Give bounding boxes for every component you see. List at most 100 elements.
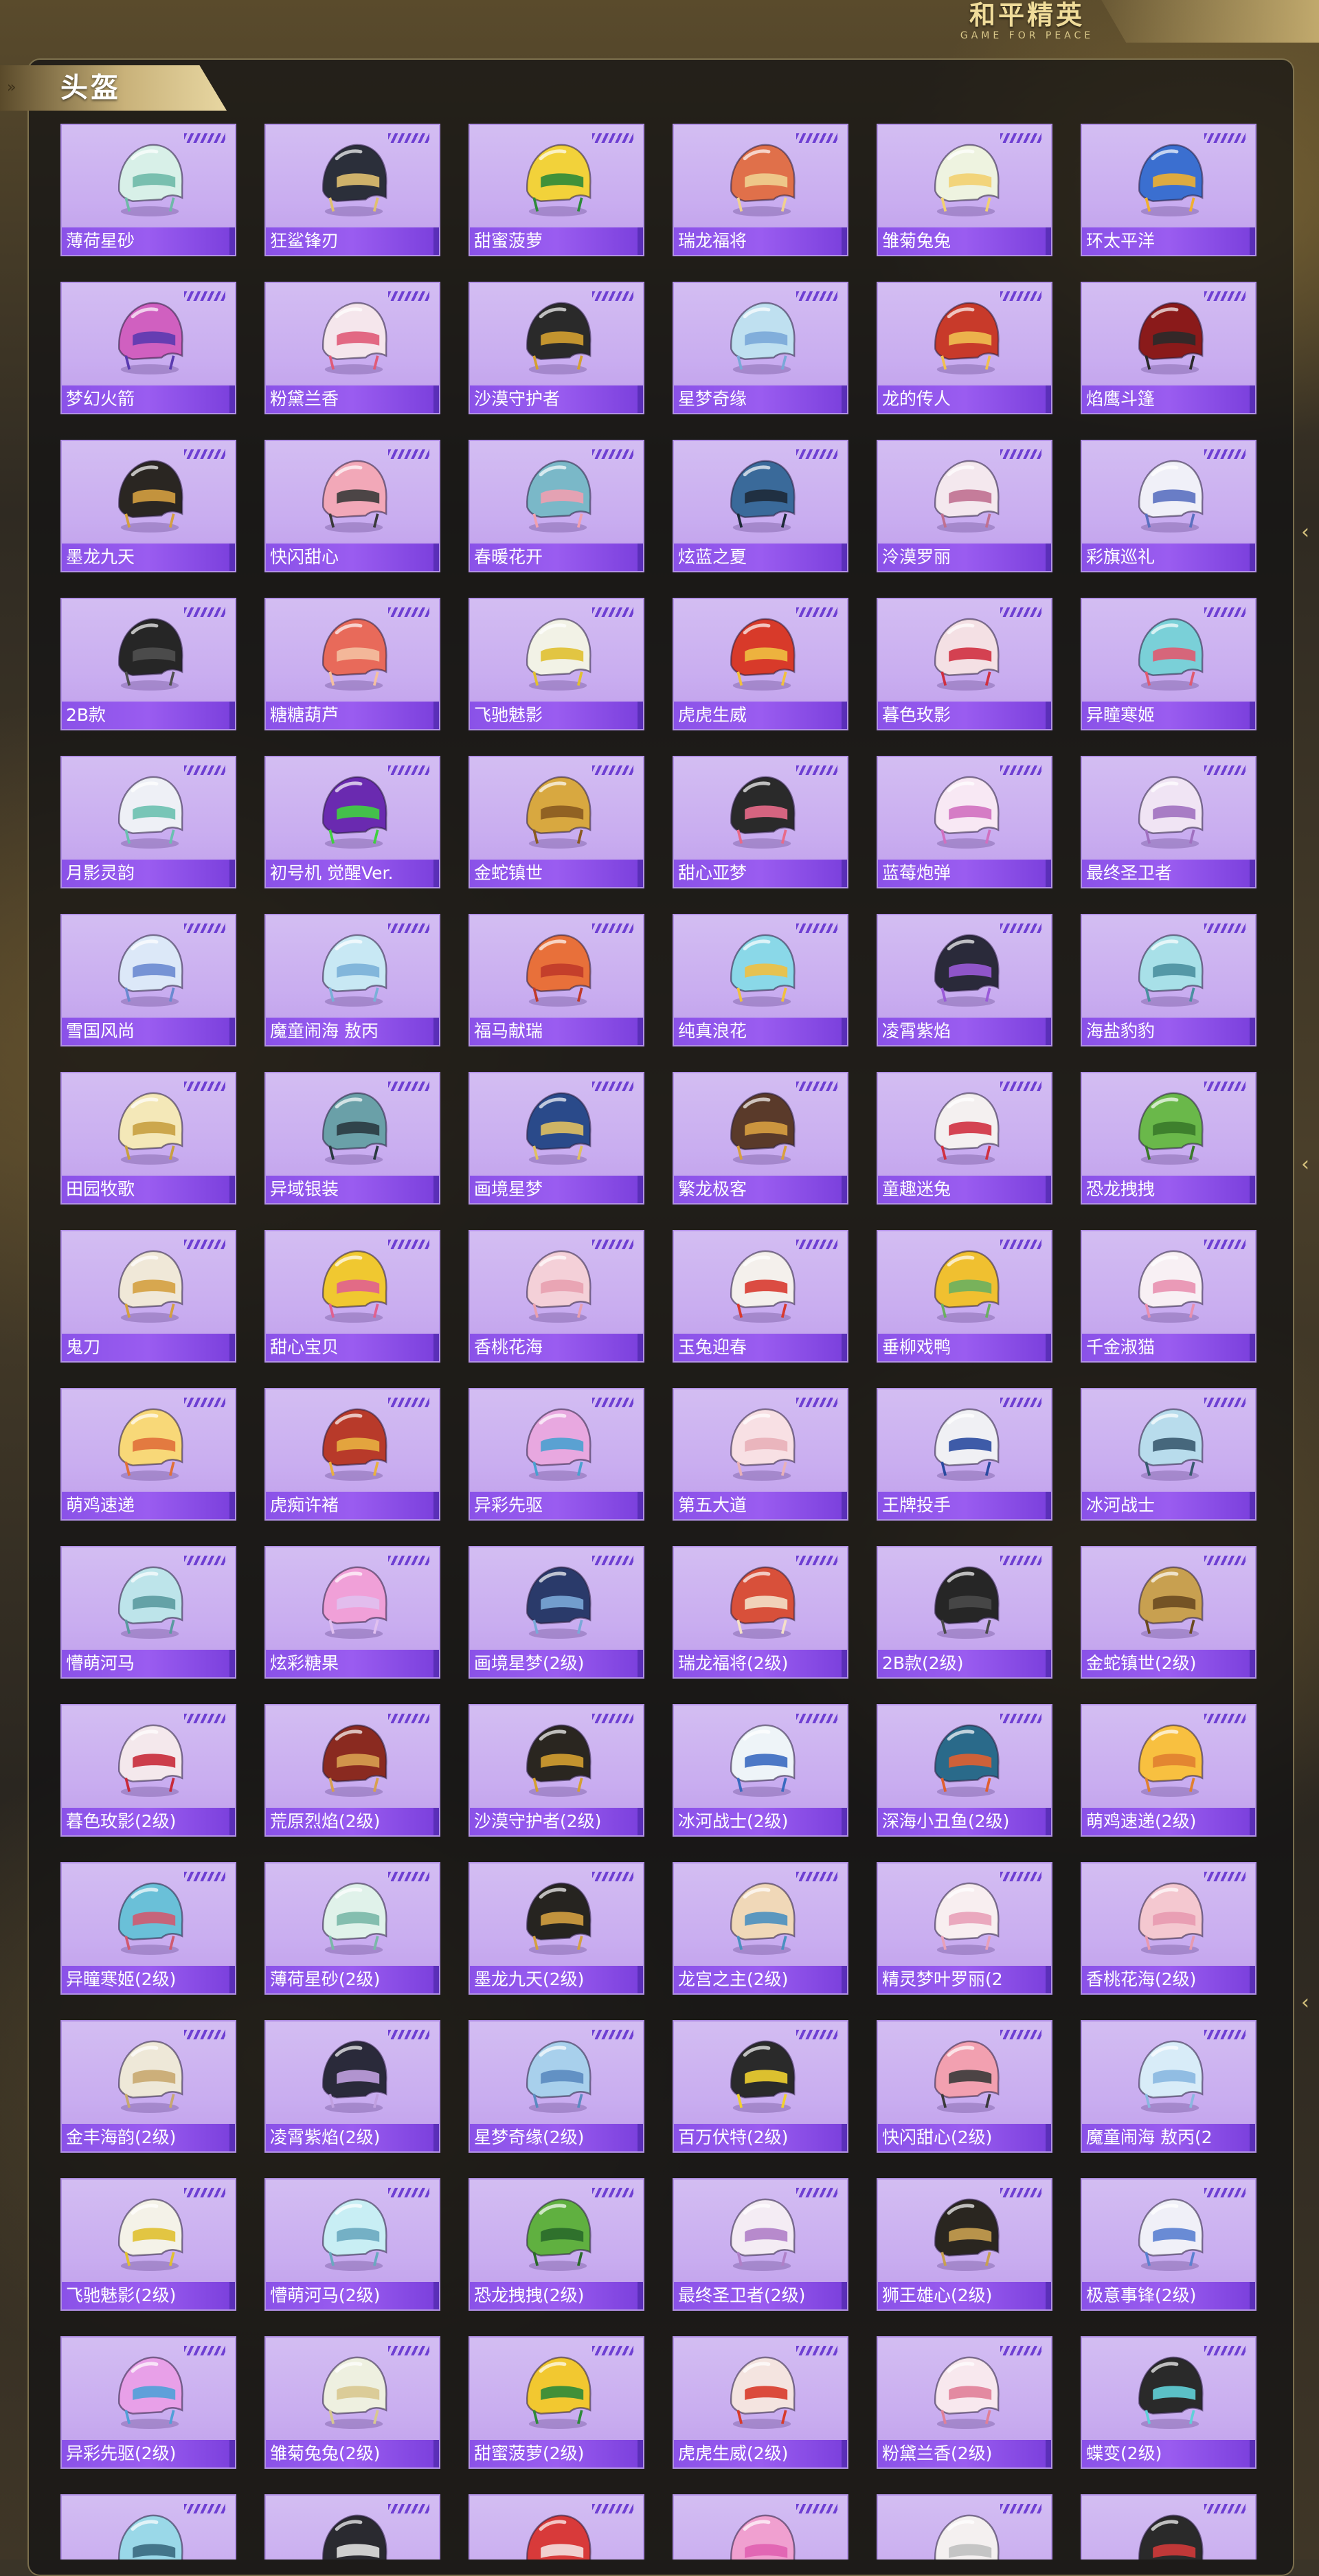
helmet-card[interactable]: 凌霄紫焰 <box>877 914 1052 1046</box>
helmet-card[interactable]: 飞驰魅影 <box>469 598 644 730</box>
helmet-card[interactable]: 海盐豹豹 <box>1081 914 1256 1046</box>
helmet-card[interactable]: 萌鸡速递(2级) <box>1081 1704 1256 1837</box>
helmet-card[interactable]: 最终圣卫者(2级) <box>673 2178 848 2311</box>
helmet-card[interactable]: 异域银装 <box>264 1072 440 1205</box>
helmet-card[interactable]: 虎虎生威(2级) <box>673 2336 848 2469</box>
helmet-card[interactable]: 月影灵韵 <box>60 756 236 888</box>
helmet-card[interactable]: 环太平洋 <box>1081 124 1256 256</box>
helmet-card[interactable]: 龙的传人 <box>877 282 1052 414</box>
helmet-card[interactable]: 暮色玫影(2级) <box>60 1704 236 1837</box>
helmet-card[interactable]: 异瞳寒姬 <box>1081 598 1256 730</box>
helmet-card[interactable]: 第五大道 <box>673 1388 848 1521</box>
helmet-card[interactable]: 快闪甜心 <box>264 440 440 572</box>
helmet-card[interactable]: 甜蜜菠萝(2级) <box>469 2336 644 2469</box>
helmet-card[interactable]: 暮色玫影 <box>877 598 1052 730</box>
helmet-name: 恐龙拽拽(2级) <box>470 2282 643 2309</box>
helmet-card[interactable]: 异瞳寒姬(2级) <box>60 1862 236 1995</box>
helmet-card[interactable]: 粉黛兰香(2级) <box>877 2336 1052 2469</box>
helmet-card[interactable] <box>1081 2494 1256 2560</box>
helmet-card[interactable]: 玉兔迎春 <box>673 1230 848 1363</box>
helmet-card[interactable]: 雏菊兔兔 <box>877 124 1052 256</box>
helmet-card[interactable]: 星梦奇缘 <box>673 282 848 414</box>
helmet-card[interactable]: 糖糖葫芦 <box>264 598 440 730</box>
helmet-card[interactable]: 冰河战士 <box>1081 1388 1256 1521</box>
helmet-card[interactable]: 墨龙九天 <box>60 440 236 572</box>
helmet-card[interactable]: 凌霄紫焰(2级) <box>264 2020 440 2153</box>
helmet-card[interactable]: 纯真浪花 <box>673 914 848 1046</box>
helmet-card[interactable] <box>877 2494 1052 2560</box>
helmet-card[interactable]: 鬼刀 <box>60 1230 236 1363</box>
helmet-card[interactable]: 魔童闹海 敖丙 <box>264 914 440 1046</box>
helmet-card[interactable] <box>469 2494 644 2560</box>
helmet-card[interactable]: 垂柳戏鸭 <box>877 1230 1052 1363</box>
helmet-card[interactable]: 狂鲨锋刃 <box>264 124 440 256</box>
helmet-card[interactable]: 狮王雄心(2级) <box>877 2178 1052 2311</box>
helmet-card[interactable]: 懵萌河马(2级) <box>264 2178 440 2311</box>
helmet-name: 飞驰魅影(2级) <box>62 2282 235 2309</box>
helmet-card[interactable]: 香桃花海(2级) <box>1081 1862 1256 1995</box>
helmet-card[interactable]: 最终圣卫者 <box>1081 756 1256 888</box>
helmet-card[interactable]: 福马献瑞 <box>469 914 644 1046</box>
helmet-card[interactable]: 异彩先驱(2级) <box>60 2336 236 2469</box>
helmet-card[interactable]: 恐龙拽拽 <box>1081 1072 1256 1205</box>
helmet-card[interactable]: 焰鹰斗篷 <box>1081 282 1256 414</box>
helmet-card[interactable]: 彩旗巡礼 <box>1081 440 1256 572</box>
helmet-card[interactable]: 金蛇镇世 <box>469 756 644 888</box>
helmet-icon <box>934 2198 1000 2272</box>
helmet-card[interactable]: 极意事锋(2级) <box>1081 2178 1256 2311</box>
helmet-card[interactable]: 荒原烈焰(2级) <box>264 1704 440 1837</box>
helmet-card[interactable]: 沙漠守护者(2级) <box>469 1704 644 1837</box>
helmet-card[interactable] <box>673 2494 848 2560</box>
helmet-card[interactable]: 繁龙极客 <box>673 1072 848 1205</box>
helmet-card[interactable]: 魔童闹海 敖丙(2 <box>1081 2020 1256 2153</box>
helmet-card[interactable]: 2B款 <box>60 598 236 730</box>
helmet-card[interactable]: 深海小丑鱼(2级) <box>877 1704 1052 1837</box>
helmet-card[interactable]: 萌鸡速递 <box>60 1388 236 1521</box>
helmet-card[interactable]: 千金淑猫 <box>1081 1230 1256 1363</box>
helmet-card[interactable]: 泠漠罗丽 <box>877 440 1052 572</box>
helmet-card[interactable]: 墨龙九天(2级) <box>469 1862 644 1995</box>
helmet-card[interactable]: 画境星梦(2级) <box>469 1546 644 1679</box>
helmet-card[interactable]: 瑞龙福将 <box>673 124 848 256</box>
helmet-card[interactable]: 百万伏特(2级) <box>673 2020 848 2153</box>
helmet-card[interactable] <box>60 2494 236 2560</box>
helmet-card[interactable]: 瑞龙福将(2级) <box>673 1546 848 1679</box>
helmet-card[interactable]: 龙宫之主(2级) <box>673 1862 848 1995</box>
helmet-card[interactable]: 精灵梦叶罗丽(2 <box>877 1862 1052 1995</box>
helmet-card[interactable]: 冰河战士(2级) <box>673 1704 848 1837</box>
helmet-card[interactable]: 甜心亚梦 <box>673 756 848 888</box>
helmet-card[interactable]: 星梦奇缘(2级) <box>469 2020 644 2153</box>
helmet-card[interactable]: 童趣迷兔 <box>877 1072 1052 1205</box>
helmet-card[interactable]: 蝶变(2级) <box>1081 2336 1256 2469</box>
helmet-card[interactable]: 甜心宝贝 <box>264 1230 440 1363</box>
helmet-card[interactable]: 王牌投手 <box>877 1388 1052 1521</box>
helmet-card[interactable]: 飞驰魅影(2级) <box>60 2178 236 2311</box>
helmet-card[interactable]: 虎痴许褚 <box>264 1388 440 1521</box>
helmet-card[interactable]: 雏菊兔兔(2级) <box>264 2336 440 2469</box>
helmet-card[interactable]: 沙漠守护者 <box>469 282 644 414</box>
helmet-card[interactable]: 蓝莓炮弹 <box>877 756 1052 888</box>
helmet-card[interactable]: 恐龙拽拽(2级) <box>469 2178 644 2311</box>
helmet-card[interactable]: 雪国风尚 <box>60 914 236 1046</box>
helmet-card[interactable] <box>264 2494 440 2560</box>
helmet-card[interactable]: 春暖花开 <box>469 440 644 572</box>
helmet-card[interactable]: 粉黛兰香 <box>264 282 440 414</box>
helmet-card[interactable]: 薄荷星砂(2级) <box>264 1862 440 1995</box>
helmet-card[interactable]: 快闪甜心(2级) <box>877 2020 1052 2153</box>
helmet-card[interactable]: 懵萌河马 <box>60 1546 236 1679</box>
helmet-card[interactable]: 异彩先驱 <box>469 1388 644 1521</box>
helmet-card[interactable]: 炫彩糖果 <box>264 1546 440 1679</box>
helmet-card[interactable]: 薄荷星砂 <box>60 124 236 256</box>
helmet-card[interactable]: 2B款(2级) <box>877 1546 1052 1679</box>
helmet-card[interactable]: 金蛇镇世(2级) <box>1081 1546 1256 1679</box>
helmet-card[interactable]: 甜蜜菠萝 <box>469 124 644 256</box>
helmet-card[interactable]: 梦幻火箭 <box>60 282 236 414</box>
helmet-card[interactable]: 初号机 觉醒Ver. <box>264 756 440 888</box>
helmet-card[interactable]: 虎虎生威 <box>673 598 848 730</box>
helmet-card[interactable]: 田园牧歌 <box>60 1072 236 1205</box>
helmet-card[interactable]: 金丰海韵(2级) <box>60 2020 236 2153</box>
helmet-icon <box>934 1092 1000 1165</box>
helmet-card[interactable]: 香桃花海 <box>469 1230 644 1363</box>
helmet-card[interactable]: 炫蓝之夏 <box>673 440 848 572</box>
helmet-card[interactable]: 画境星梦 <box>469 1072 644 1205</box>
